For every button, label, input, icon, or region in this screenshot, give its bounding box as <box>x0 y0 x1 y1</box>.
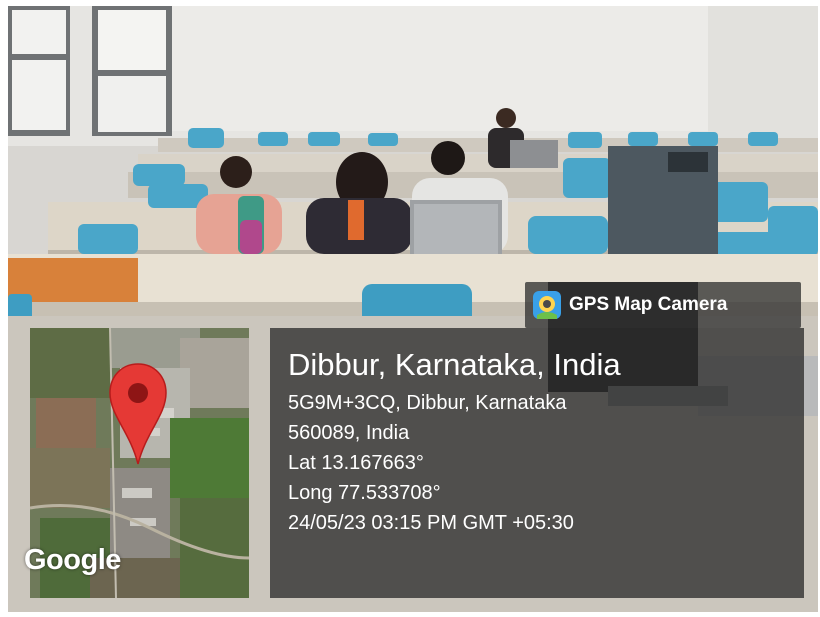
app-badge: GPS Map Camera <box>525 282 801 328</box>
location-pin-icon <box>108 362 168 466</box>
timestamp: 24/05/23 03:15 PM GMT +05:30 <box>288 512 574 534</box>
address-line-1: 5G9M+3CQ, Dibbur, Karnataka <box>288 392 567 414</box>
longitude: Long 77.533708° <box>288 482 441 504</box>
latitude: Lat 13.167663° <box>288 452 424 474</box>
address-line-2: 560089, India <box>288 422 410 444</box>
location-info-panel: Dibbur, Karnataka, India 5G9M+3CQ, Dibbu… <box>270 328 804 598</box>
google-logo: Google <box>24 544 121 576</box>
location-title: Dibbur, Karnataka, India <box>288 347 621 382</box>
gps-map-camera-icon <box>533 291 561 319</box>
app-name: GPS Map Camera <box>569 294 728 315</box>
